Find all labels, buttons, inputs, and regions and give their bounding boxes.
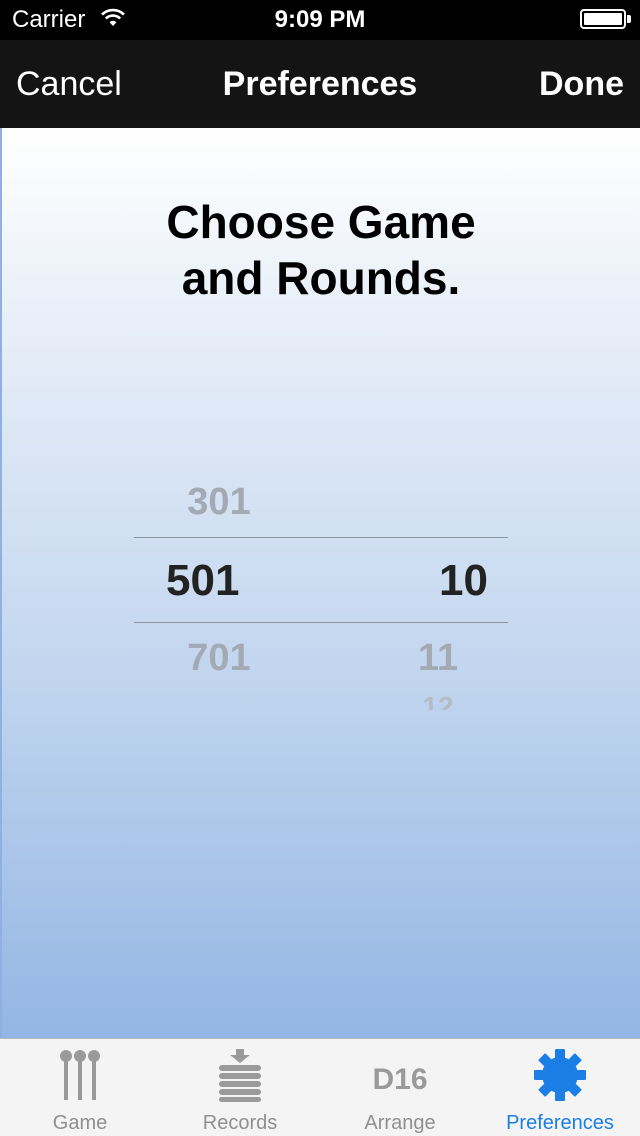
- gear-icon: [534, 1049, 586, 1101]
- navigation-bar: Cancel Preferences Done: [0, 40, 640, 128]
- darts-icon: [60, 1050, 100, 1100]
- game-rounds-picker[interactable]: 301 501 701 10 11 12: [134, 470, 508, 720]
- tab-arrange-label: Arrange: [364, 1112, 436, 1134]
- tab-preferences-label: Preferences: [506, 1112, 614, 1134]
- battery-tip: [627, 15, 631, 23]
- tab-game-label: Game: [52, 1112, 108, 1134]
- picker-selection-top-line: [134, 537, 508, 538]
- preferences-content: Choose Game and Rounds. 301 501 701 10 1…: [0, 128, 640, 1038]
- heading-line-1: Choose Game: [166, 196, 476, 248]
- tab-arrange[interactable]: D16 Arrange: [320, 1039, 480, 1136]
- svg-text:D16: D16: [372, 1063, 427, 1096]
- tab-records[interactable]: Records: [160, 1039, 320, 1136]
- rounds-option-below-2[interactable]: 12: [378, 696, 498, 710]
- clock: 9:09 PM: [274, 6, 366, 33]
- stack-icon: [219, 1049, 261, 1102]
- picker-selection-bottom-line: [134, 622, 508, 623]
- tab-preferences[interactable]: Preferences: [480, 1039, 640, 1136]
- game-option-above[interactable]: 301: [144, 480, 294, 524]
- heading-line-2: and Rounds.: [181, 252, 461, 304]
- game-option-selected[interactable]: 501: [166, 556, 316, 606]
- status-bar: Carrier 9:09 PM: [0, 0, 640, 40]
- tab-records-label: Records: [202, 1112, 278, 1134]
- game-option-below[interactable]: 701: [144, 636, 294, 680]
- instruction-heading: Choose Game and Rounds.: [2, 194, 640, 306]
- d16-icon: D16: [372, 1063, 427, 1096]
- tab-bar: Game Records D16 Arrange Preferences: [0, 1038, 640, 1136]
- cancel-button[interactable]: Cancel: [16, 64, 122, 104]
- tab-game[interactable]: Game: [0, 1039, 160, 1136]
- rounds-option-selected[interactable]: 10: [368, 556, 488, 606]
- done-button[interactable]: Done: [539, 64, 624, 104]
- battery-icon: [580, 9, 626, 29]
- rounds-option-below[interactable]: 11: [378, 636, 498, 680]
